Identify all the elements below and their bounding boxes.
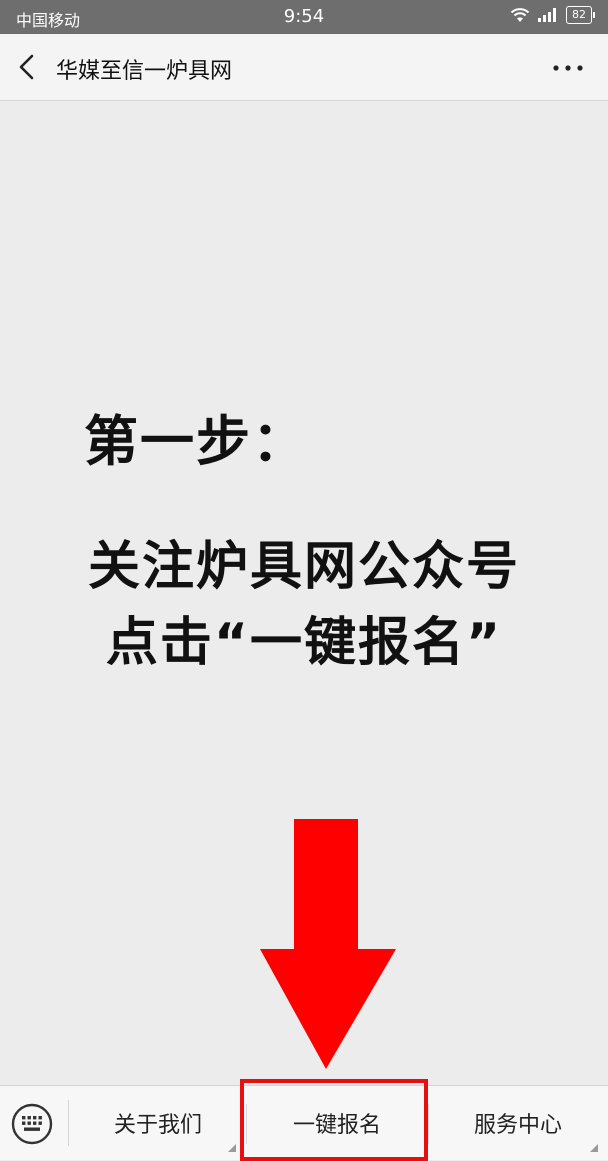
- menu-item-label: 服务中心: [473, 1113, 562, 1138]
- keyboard-divider: [68, 1100, 69, 1146]
- instruction-line-1: 关注炉具网公众号: [87, 537, 520, 597]
- status-bar: 中国移动 9:54 82: [0, 0, 608, 34]
- menu-item-label: 关于我们: [113, 1113, 202, 1138]
- keyboard-icon[interactable]: [10, 1102, 54, 1146]
- instruction-line-2: 点击“一键报名”: [105, 613, 503, 673]
- chevron-left-icon[interactable]: [12, 51, 44, 83]
- status-icons: 82: [510, 6, 595, 24]
- wifi-icon: [510, 8, 530, 22]
- more-dots-icon[interactable]: [550, 56, 586, 80]
- menu-item-about-us[interactable]: 关于我们: [70, 1086, 246, 1160]
- submenu-indicator-icon: [590, 1144, 598, 1152]
- highlight-box: [240, 1079, 428, 1161]
- page-title: 华媒至信一炉具网: [56, 59, 233, 84]
- article-content: 第一步： 关注炉具网公众号 点击“一键报名”: [0, 101, 608, 1085]
- down-arrow-icon: [260, 819, 396, 1069]
- step-title: 第一步：: [84, 410, 308, 473]
- nav-bar: 华媒至信一炉具网: [0, 34, 608, 101]
- signal-icon: [538, 8, 556, 22]
- battery-icon: 82: [566, 6, 595, 24]
- menu-item-service-center[interactable]: 服务中心: [428, 1086, 608, 1160]
- submenu-indicator-icon: [228, 1144, 236, 1152]
- instruction-text: 关注炉具网公众号 点击“一键报名”: [0, 529, 608, 681]
